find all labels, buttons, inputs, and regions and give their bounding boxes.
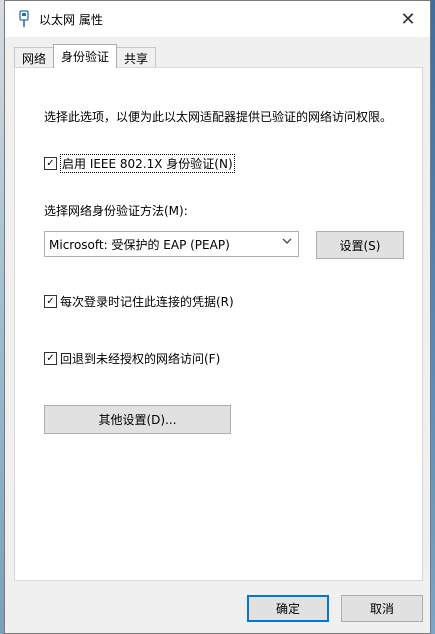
enable-8021x-checkbox[interactable]: ✓ bbox=[44, 157, 57, 170]
remember-credentials-checkbox[interactable]: ✓ bbox=[44, 295, 57, 308]
description-text: 选择此选项，以便为此以太网适配器提供已验证的网络访问权限。 bbox=[44, 110, 393, 124]
tab-strip: 网络 身份验证 共享 bbox=[14, 44, 157, 68]
auth-method-value: Microsoft: 受保护的 EAP (PEAP) bbox=[49, 237, 230, 252]
remember-credentials-row[interactable]: ✓ 每次登录时记住此连接的凭据(R) bbox=[44, 293, 234, 310]
close-icon: ✕ bbox=[400, 8, 416, 30]
auth-method-select[interactable]: Microsoft: 受保护的 EAP (PEAP) bbox=[44, 231, 299, 257]
remember-credentials-label: 每次登录时记住此连接的凭据(R) bbox=[60, 295, 234, 309]
fallback-unauthorized-checkbox[interactable]: ✓ bbox=[44, 352, 57, 365]
ok-button[interactable]: 确定 bbox=[247, 595, 329, 622]
other-settings-button[interactable]: 其他设置(D)... bbox=[44, 405, 231, 434]
authentication-panel: 选择此选项，以便为此以太网适配器提供已验证的网络访问权限。 ✓ 启用 IEEE … bbox=[14, 67, 423, 581]
title-bar[interactable]: 以太网 属性 ✕ bbox=[5, 1, 430, 37]
chevron-down-icon bbox=[282, 236, 292, 249]
tab-authentication[interactable]: 身份验证 bbox=[53, 44, 118, 68]
tab-sharing[interactable]: 共享 bbox=[116, 47, 157, 68]
cancel-button[interactable]: 取消 bbox=[341, 595, 423, 622]
close-button[interactable]: ✕ bbox=[386, 1, 430, 37]
enable-8021x-label: 启用 IEEE 802.1X 身份验证(N) bbox=[60, 154, 235, 173]
fallback-unauthorized-row[interactable]: ✓ 回退到未经授权的网络访问(F) bbox=[44, 350, 220, 367]
settings-button[interactable]: 设置(S) bbox=[316, 231, 404, 259]
auth-method-label: 选择网络身份验证方法(M): bbox=[44, 204, 188, 218]
properties-dialog: 以太网 属性 ✕ 网络 身份验证 共享 选择此选项，以便为此以太网适配器提供已验… bbox=[4, 0, 431, 634]
tab-network[interactable]: 网络 bbox=[14, 47, 55, 68]
fallback-unauthorized-label: 回退到未经授权的网络访问(F) bbox=[60, 352, 221, 366]
window-title: 以太网 属性 bbox=[39, 12, 103, 27]
enable-8021x-checkbox-row[interactable]: ✓ 启用 IEEE 802.1X 身份验证(N) bbox=[44, 154, 235, 173]
ethernet-adapter-icon bbox=[17, 9, 31, 29]
